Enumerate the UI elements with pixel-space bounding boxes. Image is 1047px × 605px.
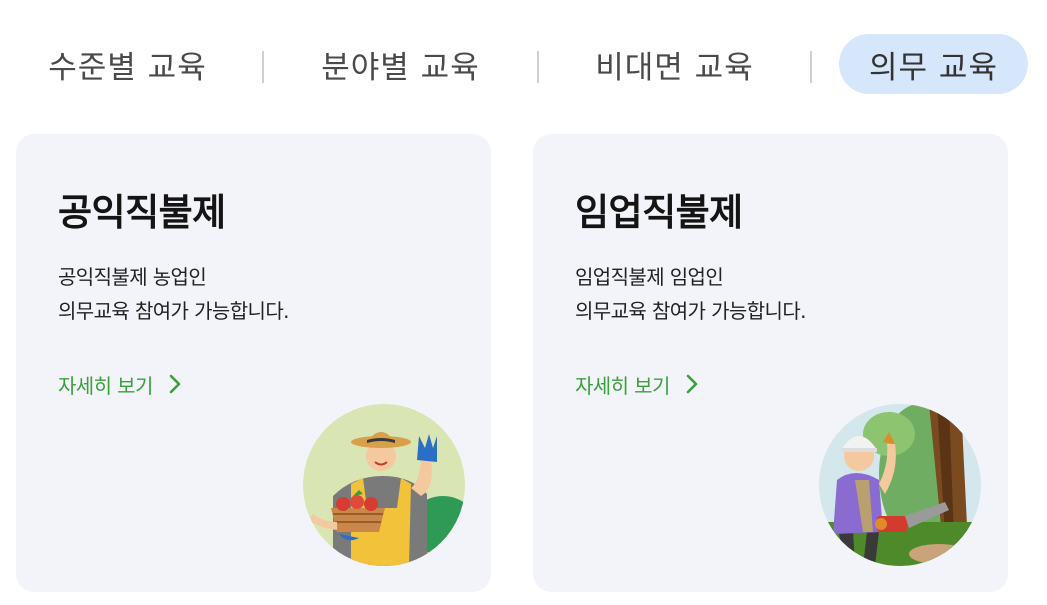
chevron-right-icon <box>169 374 181 394</box>
tab-divider <box>537 51 539 83</box>
tab-divider <box>262 51 264 83</box>
card-description-line: 공익직불제 농업인 <box>58 265 207 289</box>
card-title: 공익직불제 <box>58 191 226 234</box>
card-public-direct-payment: 공익직불제 공익직불제 농업인 의무교육 참여가 가능합니다. 자세히 보기 <box>16 134 491 592</box>
card-description: 공익직불제 농업인 의무교육 참여가 가능합니다. <box>58 260 289 328</box>
farmer-illustration <box>303 404 465 566</box>
details-link-label: 자세히 보기 <box>575 373 670 398</box>
card-description-line: 의무교육 참여가 가능합니다. <box>575 299 806 323</box>
forester-illustration <box>819 404 981 566</box>
card-forestry-direct-payment: 임업직불제 임업직불제 임업인 의무교육 참여가 가능합니다. 자세히 보기 <box>533 134 1008 592</box>
tab-level-education[interactable]: 수준별 교육 <box>25 34 230 94</box>
card-description: 임업직불제 임업인 의무교육 참여가 가능합니다. <box>575 260 806 328</box>
chevron-right-icon <box>686 374 698 394</box>
card-title: 임업직불제 <box>575 191 743 234</box>
education-tabs: 수준별 교육 분야별 교육 비대면 교육 의무 교육 <box>0 0 1047 120</box>
tab-mandatory-education[interactable]: 의무 교육 <box>839 34 1028 94</box>
tab-divider <box>810 51 812 83</box>
tab-online-education[interactable]: 비대면 교육 <box>572 34 777 94</box>
card-description-line: 의무교육 참여가 가능합니다. <box>58 299 289 323</box>
card-description-line: 임업직불제 임업인 <box>575 265 724 289</box>
tab-field-education[interactable]: 분야별 교육 <box>298 34 503 94</box>
details-link[interactable]: 자세히 보기 <box>575 368 698 400</box>
details-link-label: 자세히 보기 <box>58 373 153 398</box>
details-link[interactable]: 자세히 보기 <box>58 368 181 400</box>
